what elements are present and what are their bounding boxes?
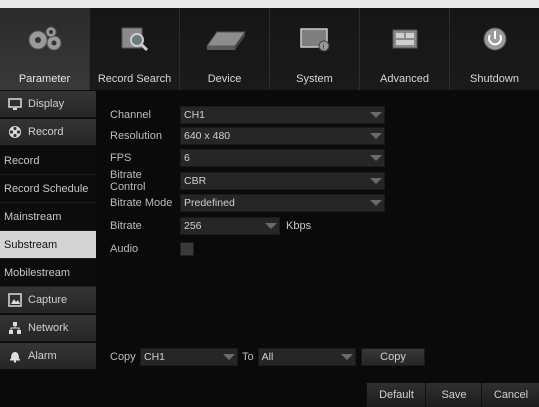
bitrate-mode-row: Bitrate Mode Predefined — [110, 194, 385, 212]
resolution-value: 640 x 480 — [184, 130, 231, 142]
bitrate-mode-select[interactable]: Predefined — [180, 194, 385, 212]
chevron-down-icon — [366, 150, 384, 166]
bitrate-mode-label: Bitrate Mode — [110, 197, 173, 209]
bitrate-row: Bitrate 256 Kbps — [110, 217, 311, 235]
tab-device-label: Device — [207, 73, 242, 85]
channel-row: Channel CH1 — [110, 106, 385, 124]
sidebar-subitem-mobilestream[interactable]: Mobilestream — [0, 259, 96, 287]
sidebar-subitem-label: Substream — [4, 238, 58, 251]
fps-select[interactable]: 6 — [180, 149, 385, 167]
sidebar-subitem-mainstream[interactable]: Mainstream — [0, 203, 96, 231]
hard-drive-icon — [180, 22, 269, 56]
audio-checkbox[interactable] — [180, 242, 194, 256]
advanced-panel-icon — [360, 22, 449, 56]
resolution-row: Resolution 640 x 480 — [110, 127, 385, 145]
copy-row: Copy CH1 To All — [110, 348, 356, 366]
sidebar-subitem-label: Record Schedule — [4, 182, 89, 195]
network-icon — [8, 321, 22, 335]
tab-parameter-label: Parameter — [18, 73, 71, 85]
sidebar-item-network[interactable]: Network — [0, 315, 96, 342]
chevron-down-icon — [366, 107, 384, 123]
cancel-button[interactable]: Cancel — [481, 383, 539, 407]
channel-label: Channel — [110, 109, 151, 121]
copy-to-select[interactable]: All — [257, 348, 356, 366]
copy-button[interactable]: Copy — [361, 348, 425, 366]
channel-select[interactable]: CH1 — [180, 106, 385, 124]
chevron-down-icon — [366, 173, 384, 189]
sidebar-item-alarm[interactable]: Alarm — [0, 343, 96, 370]
copy-from-select[interactable]: CH1 — [140, 348, 238, 366]
magnifier-icon — [90, 22, 179, 56]
sidebar-item-display[interactable]: Display — [0, 91, 96, 118]
channel-value: CH1 — [184, 109, 206, 121]
resolution-select[interactable]: 640 x 480 — [180, 127, 385, 145]
copy-to-label: To — [242, 351, 254, 363]
alarm-bell-icon — [8, 349, 22, 363]
sidebar-item-alarm-label: Alarm — [28, 350, 57, 362]
gears-icon — [0, 22, 89, 56]
fps-row: FPS 6 — [110, 149, 385, 167]
sidebar-subitem-substream[interactable]: Substream — [0, 231, 96, 259]
tab-record-search-label: Record Search — [97, 73, 172, 85]
audio-row: Audio — [110, 240, 194, 258]
sidebar-subitem-record-schedule[interactable]: Record Schedule — [0, 175, 96, 203]
bitrate-mode-value: Predefined — [184, 197, 235, 209]
tab-shutdown[interactable]: Shutdown — [450, 8, 539, 90]
copy-from-value: CH1 — [144, 351, 166, 363]
monitor-info-icon: i — [270, 22, 359, 56]
sidebar-subitem-label: Mainstream — [4, 210, 62, 223]
sidebar-item-record-label: Record — [28, 126, 64, 138]
top-navigation: Parameter Record Search Device i System … — [0, 0, 539, 97]
bitrate-control-row: Bitrate Control CBR — [110, 169, 385, 193]
resolution-label: Resolution — [110, 130, 162, 142]
bitrate-select[interactable]: 256 — [180, 217, 280, 235]
tab-record-search[interactable]: Record Search — [90, 8, 179, 90]
bitrate-control-value: CBR — [184, 175, 207, 187]
tab-device[interactable]: Device — [180, 8, 269, 90]
tab-system-label: System — [296, 73, 333, 85]
tab-system[interactable]: i System — [270, 8, 359, 90]
sidebar-subitem-record[interactable]: Record — [0, 147, 96, 175]
fps-label: FPS — [110, 152, 132, 164]
sidebar-item-capture-label: Capture — [28, 294, 68, 306]
sidebar-item-capture[interactable]: Capture — [0, 287, 96, 314]
tab-advanced-label: Advanced — [380, 73, 429, 85]
copy-label: Copy — [110, 351, 136, 363]
bitrate-label: Bitrate — [110, 220, 142, 232]
capture-icon — [8, 293, 22, 307]
chevron-down-icon — [366, 128, 384, 144]
bitrate-unit: Kbps — [286, 220, 312, 232]
save-button[interactable]: Save — [425, 383, 482, 407]
bitrate-control-label: Bitrate Control — [110, 169, 146, 193]
default-button[interactable]: Default — [366, 383, 426, 407]
sidebar-item-display-label: Display — [28, 98, 65, 110]
film-reel-icon — [8, 125, 22, 139]
substream-settings-panel: Channel CH1 Resolution 640 x 480 FPS 6 B… — [98, 90, 539, 407]
monitor-icon — [8, 97, 22, 111]
tab-advanced[interactable]: Advanced — [360, 8, 449, 90]
sidebar-item-record[interactable]: Record — [0, 119, 96, 146]
chevron-down-icon — [219, 349, 237, 365]
audio-label: Audio — [110, 243, 139, 255]
tab-shutdown-label: Shutdown — [470, 73, 519, 85]
sidebar-subitem-label: Record — [4, 154, 40, 167]
tab-parameter[interactable]: Parameter — [0, 8, 89, 97]
chevron-down-icon — [336, 349, 355, 365]
copy-to-value: All — [261, 351, 274, 363]
fps-value: 6 — [184, 152, 190, 164]
sidebar-item-network-label: Network — [28, 322, 69, 334]
chevron-down-icon — [366, 195, 384, 211]
bitrate-control-select[interactable]: CBR — [180, 172, 385, 190]
bitrate-value: 256 — [184, 220, 202, 232]
sidebar: Display Record Record Record Schedule Ma… — [0, 90, 98, 407]
chevron-down-icon — [261, 218, 279, 234]
footer-buttons: Default Save Cancel — [366, 383, 539, 407]
power-icon — [450, 22, 539, 56]
sidebar-subitem-label: Mobilestream — [4, 266, 71, 279]
